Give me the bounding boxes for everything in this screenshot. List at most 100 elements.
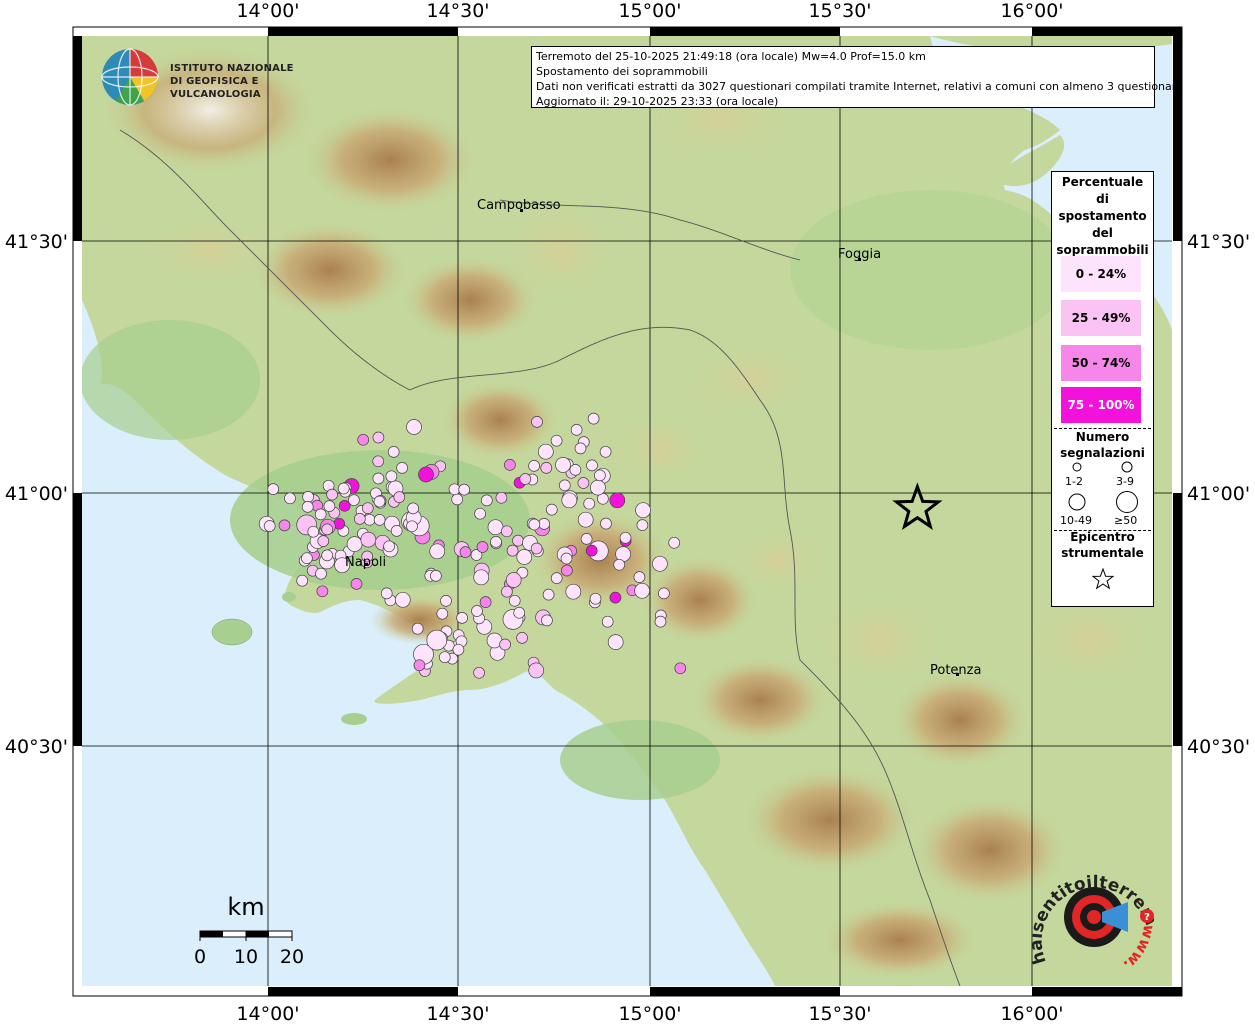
report-point	[473, 569, 490, 586]
report-point	[436, 607, 449, 620]
bottom-lon-label-2: 14°30'	[426, 1003, 489, 1024]
legend-title: Percentuale di spostamento del soprammob…	[1052, 174, 1153, 259]
report-point	[429, 543, 446, 560]
report-point	[609, 492, 626, 509]
report-point	[448, 483, 461, 496]
event-info-box: Terremoto del 25-10-2025 21:49:18 (ora l…	[531, 46, 1183, 108]
ingv-name: ISTITUTO NAZIONALE DI GEOFISICA E VULCAN…	[170, 62, 318, 101]
top-lon-label-5: 16°00'	[1000, 0, 1063, 22]
report-point	[284, 492, 296, 505]
report-point	[353, 513, 366, 525]
report-point	[558, 479, 571, 492]
plain-latium	[82, 320, 260, 440]
report-point	[600, 517, 612, 530]
report-point	[528, 460, 540, 472]
left-lat-label-1: 41°30'	[5, 231, 68, 253]
report-point	[613, 558, 626, 571]
report-point	[500, 525, 513, 538]
count-size-50: ≥50	[1114, 514, 1138, 527]
data-source-line: Dati non verificati estratti da 3027 que…	[536, 80, 1183, 93]
report-point	[560, 552, 573, 565]
report-point	[569, 464, 582, 476]
report-point	[407, 502, 419, 515]
legend-title-line: di	[1096, 192, 1109, 206]
report-point	[577, 511, 594, 528]
scale-tick-0: 0	[194, 946, 206, 968]
count-title-line: Numero	[1075, 430, 1130, 444]
report-point	[538, 518, 550, 530]
report-point	[542, 588, 555, 601]
bottom-lon-label-1: 14°00'	[236, 1003, 299, 1024]
epicenter-star-icon	[1092, 568, 1114, 590]
scale-unit: km	[227, 893, 264, 921]
report-point	[396, 462, 408, 474]
report-point	[508, 594, 521, 607]
report-point	[654, 615, 667, 628]
report-point	[589, 592, 602, 605]
legend-class-label: 25 - 49%	[1071, 311, 1131, 325]
top-lon-label-2: 14°30'	[426, 0, 489, 22]
report-point	[413, 659, 426, 672]
report-point	[438, 651, 451, 664]
report-point	[590, 479, 606, 496]
report-point	[348, 494, 360, 506]
report-point	[267, 483, 280, 495]
report-point	[540, 462, 553, 474]
ingv-line-2: DI GEOFISICA E VULCANOLOGIA	[170, 76, 261, 100]
report-point	[471, 605, 483, 617]
report-point	[658, 587, 670, 600]
legend-class-label: 50 - 74%	[1071, 356, 1131, 370]
report-point	[555, 457, 571, 473]
report-point	[487, 519, 504, 536]
legend-title-line: spostamento	[1058, 209, 1147, 223]
report-point	[452, 643, 465, 656]
report-point	[373, 514, 386, 526]
report-point	[301, 552, 313, 565]
report-point	[601, 615, 614, 628]
report-point	[594, 469, 606, 482]
report-point	[360, 531, 377, 548]
report-point	[418, 466, 434, 483]
report-point	[516, 632, 528, 644]
report-point	[599, 445, 612, 458]
city-foggia: Foggia	[838, 247, 881, 262]
report-point	[317, 535, 330, 547]
report-point	[350, 578, 363, 590]
island-procida	[282, 592, 296, 602]
report-point	[411, 622, 424, 635]
report-point	[387, 446, 400, 458]
report-point	[474, 507, 486, 520]
report-point	[633, 571, 646, 583]
ingv-logo: ISTITUTO NAZIONALE DI GEOFISICA E VULCAN…	[98, 46, 318, 108]
island-ischia	[211, 618, 253, 646]
report-point	[323, 500, 336, 512]
report-point	[337, 482, 350, 495]
legend-class-label: 75 - 100%	[1067, 398, 1135, 412]
epicenter-title: Epicentro strumentale	[1052, 529, 1153, 561]
city-napoli: Napoli	[345, 555, 386, 570]
report-point	[357, 433, 370, 446]
report-point	[372, 472, 385, 485]
report-point	[394, 591, 411, 608]
legend-class-0-24: 0 - 24%	[1061, 256, 1141, 292]
report-point	[363, 513, 376, 526]
report-point	[550, 434, 563, 447]
report-point	[504, 459, 516, 471]
report-point	[541, 614, 553, 627]
right-lat-label-2: 41°00'	[1187, 483, 1250, 505]
report-point	[537, 443, 554, 460]
report-point	[302, 491, 314, 503]
left-lat-label-3: 40°30'	[5, 736, 68, 758]
report-point	[430, 570, 442, 582]
report-point	[315, 567, 327, 580]
report-point	[519, 473, 532, 485]
svg-text:?: ?	[1144, 912, 1150, 923]
report-point	[380, 587, 393, 600]
top-lon-label-1: 14°00'	[236, 0, 299, 22]
event-line: Terremoto del 25-10-2025 21:49:18 (ora l…	[536, 50, 926, 63]
report-point	[528, 518, 541, 531]
report-point	[480, 494, 493, 507]
report-point	[577, 477, 590, 489]
report-point	[561, 564, 573, 577]
report-point	[372, 455, 385, 468]
